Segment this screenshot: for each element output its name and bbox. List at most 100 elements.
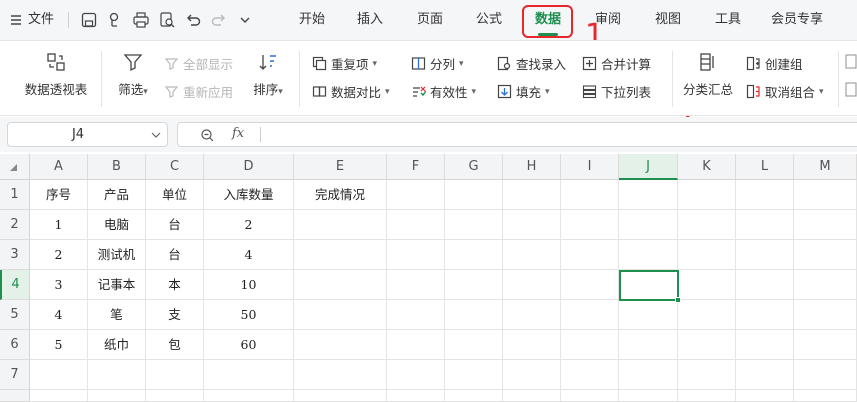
export-pdf-icon[interactable] — [106, 11, 124, 29]
chevron-down-icon[interactable] — [236, 11, 254, 29]
show-all-button[interactable]: 全部显示 — [164, 54, 233, 73]
cell-e3[interactable] — [294, 240, 387, 270]
cell-a6[interactable]: 5 — [30, 330, 88, 360]
cell-k6[interactable] — [678, 330, 736, 360]
sort-button[interactable]: 排序▾ — [246, 51, 290, 98]
duplicates-button[interactable]: 重复项 ▾ — [312, 54, 377, 73]
cell-l7[interactable] — [736, 360, 794, 390]
cell-b1[interactable]: 产品 — [88, 180, 146, 210]
data-compare-button[interactable]: 数据对比 ▾ — [312, 82, 390, 101]
cell-c6[interactable]: 包 — [146, 330, 204, 360]
cell-e5[interactable] — [294, 300, 387, 330]
row-header-5[interactable]: 5 — [0, 300, 30, 330]
cell-h3[interactable] — [503, 240, 561, 270]
undo-icon[interactable] — [184, 11, 202, 29]
tab-view[interactable]: 视图 — [646, 0, 690, 40]
column-header-l[interactable]: L — [736, 154, 794, 180]
cell-c1[interactable]: 单位 — [146, 180, 204, 210]
print-icon[interactable] — [132, 11, 150, 29]
cell-d2[interactable]: 2 — [204, 210, 294, 240]
tab-formula[interactable]: 公式 — [467, 0, 511, 40]
cell-b7[interactable] — [88, 360, 146, 390]
tab-page[interactable]: 页面 — [408, 0, 452, 40]
cell-a8[interactable] — [30, 390, 88, 402]
column-header-m[interactable]: M — [794, 154, 857, 180]
cell-h5[interactable] — [503, 300, 561, 330]
cell-g3[interactable] — [445, 240, 503, 270]
file-menu[interactable]: 文件 — [10, 0, 54, 40]
reapply-button[interactable]: 重新应用 — [164, 82, 233, 101]
cell-l1[interactable] — [736, 180, 794, 210]
tab-insert[interactable]: 插入 — [348, 0, 392, 40]
formula-input-area[interactable]: fx — [177, 122, 857, 147]
cell-i1[interactable] — [561, 180, 619, 210]
cell-e6[interactable] — [294, 330, 387, 360]
column-header-b[interactable]: B — [88, 154, 146, 180]
cell-f1[interactable] — [387, 180, 445, 210]
cell-c7[interactable] — [146, 360, 204, 390]
cell-d7[interactable] — [204, 360, 294, 390]
cell-f4[interactable] — [387, 270, 445, 300]
validity-button[interactable]: 有效性 ▾ — [411, 82, 476, 101]
cell-g4[interactable] — [445, 270, 503, 300]
cell-m8[interactable] — [794, 390, 857, 402]
row-header-7[interactable]: 7 — [0, 360, 30, 390]
cell-j6[interactable] — [619, 330, 678, 360]
cell-m4[interactable] — [794, 270, 857, 300]
cell-e7[interactable] — [294, 360, 387, 390]
cell-h8[interactable] — [503, 390, 561, 402]
filter-button[interactable]: 筛选▾ — [110, 51, 156, 98]
column-header-c[interactable]: C — [146, 154, 204, 180]
cell-i7[interactable] — [561, 360, 619, 390]
fill-handle[interactable] — [675, 297, 681, 303]
cell-f8[interactable] — [387, 390, 445, 402]
name-box[interactable]: J4 — [7, 122, 168, 147]
cell-m5[interactable] — [794, 300, 857, 330]
cell-b3[interactable]: 测试机 — [88, 240, 146, 270]
dropdown-list-button[interactable]: 下拉列表 — [582, 82, 651, 101]
split-column-button[interactable]: 分列 ▾ — [411, 54, 464, 73]
cell-c3[interactable]: 台 — [146, 240, 204, 270]
cell-m1[interactable] — [794, 180, 857, 210]
cell-c4[interactable]: 本 — [146, 270, 204, 300]
cell-h6[interactable] — [503, 330, 561, 360]
cell-a1[interactable]: 序号 — [30, 180, 88, 210]
cell-m3[interactable] — [794, 240, 857, 270]
cell-j7[interactable] — [619, 360, 678, 390]
column-header-d[interactable]: D — [204, 154, 294, 180]
row-header-2[interactable]: 2 — [0, 210, 30, 240]
cell-b6[interactable]: 纸巾 — [88, 330, 146, 360]
cell-c5[interactable]: 支 — [146, 300, 204, 330]
cell-c8[interactable] — [146, 390, 204, 402]
cell-k2[interactable] — [678, 210, 736, 240]
create-group-button[interactable]: 创建组 — [746, 54, 803, 73]
redo-icon[interactable] — [210, 11, 228, 29]
row-header-6[interactable]: 6 — [0, 330, 30, 360]
cell-i8[interactable] — [561, 390, 619, 402]
cell-k3[interactable] — [678, 240, 736, 270]
cell-m6[interactable] — [794, 330, 857, 360]
cell-h7[interactable] — [503, 360, 561, 390]
selected-cell-j4[interactable] — [619, 270, 679, 301]
cell-g5[interactable] — [445, 300, 503, 330]
merge-calc-button[interactable]: 合并计算 — [582, 54, 651, 73]
cell-a2[interactable]: 1 — [30, 210, 88, 240]
cell-i6[interactable] — [561, 330, 619, 360]
cell-d6[interactable]: 60 — [204, 330, 294, 360]
cell-f5[interactable] — [387, 300, 445, 330]
cell-a5[interactable]: 4 — [30, 300, 88, 330]
cell-l5[interactable] — [736, 300, 794, 330]
cell-m7[interactable] — [794, 360, 857, 390]
cell-k4[interactable] — [678, 270, 736, 300]
cell-k8[interactable] — [678, 390, 736, 402]
cell-c2[interactable]: 台 — [146, 210, 204, 240]
cell-g8[interactable] — [445, 390, 503, 402]
select-all-corner[interactable] — [0, 154, 30, 180]
cell-h4[interactable] — [503, 270, 561, 300]
cell-e4[interactable] — [294, 270, 387, 300]
cell-f7[interactable] — [387, 360, 445, 390]
cell-d1[interactable]: 入库数量 — [204, 180, 294, 210]
cell-f3[interactable] — [387, 240, 445, 270]
zoom-search-icon[interactable] — [200, 128, 215, 143]
cell-b8[interactable] — [88, 390, 146, 402]
